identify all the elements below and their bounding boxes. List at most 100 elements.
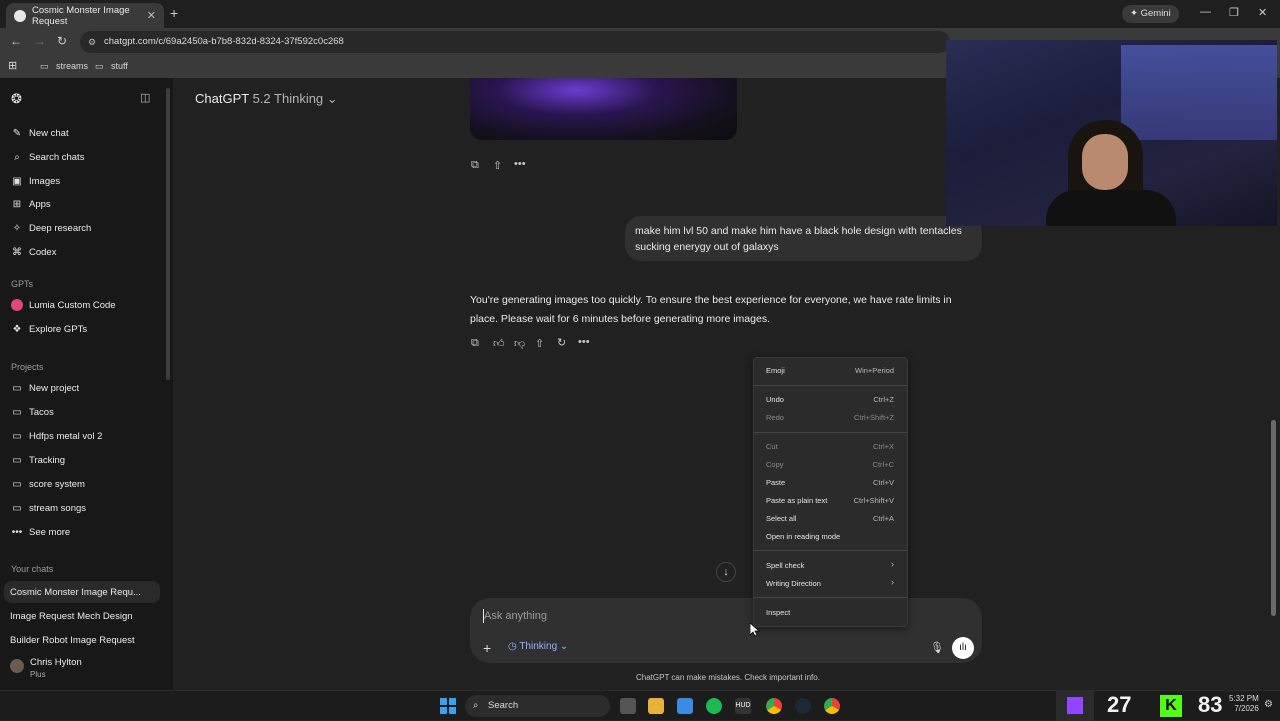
gpt-avatar-icon xyxy=(11,299,23,311)
thinking-mode-pill[interactable]: ◷ Thinking ⌄ xyxy=(508,641,568,652)
voice-mode-button[interactable]: ılı xyxy=(952,637,974,659)
chrome-active-icon[interactable] xyxy=(824,698,840,714)
sidebar-item-search-chats[interactable]: ⌕ Search chats xyxy=(0,146,165,168)
notepad-icon[interactable] xyxy=(677,698,693,714)
menu-item-copy[interactable]: Copy xyxy=(766,460,784,469)
folder-icon: ▭ xyxy=(12,454,22,466)
regenerate-icon[interactable]: ↻ xyxy=(557,336,566,349)
task-view-icon[interactable] xyxy=(620,698,636,714)
bookmark-stuff[interactable]: stuff xyxy=(111,61,128,71)
sidebar: ❂ ◫ ✎ New chat ⌕ Search chats ▣ Images ⊞ App… xyxy=(0,78,173,690)
sidebar-item-see-more[interactable]: ••• See more xyxy=(0,521,165,543)
apps-grid-icon[interactable]: ⊞ xyxy=(8,59,17,72)
chat-item[interactable]: Image Request Mech Design xyxy=(10,611,133,622)
bookmark-streams[interactable]: streams xyxy=(56,61,88,71)
forward-icon[interactable]: → xyxy=(34,34,46,48)
steam-icon[interactable] xyxy=(795,698,811,714)
user-name[interactable]: Chris Hylton xyxy=(30,657,82,668)
menu-item-select-all[interactable]: Select all xyxy=(766,514,796,523)
webcam-background xyxy=(1121,45,1277,140)
hud-fx-icon[interactable]: HUD xyxy=(735,698,751,714)
menu-divider xyxy=(754,385,907,386)
chrome-icon[interactable] xyxy=(766,698,782,714)
microphone-icon[interactable]: 🎙︎ xyxy=(930,641,944,654)
sidebar-item-codex[interactable]: ⌘ Codex xyxy=(0,241,165,263)
menu-item-paste[interactable]: Paste xyxy=(766,478,785,487)
url-field[interactable]: ⚙ chatgpt.com/c/69a2450a-b7b8-832d-8324-… xyxy=(80,31,950,53)
file-explorer-icon[interactable] xyxy=(648,698,664,714)
clock-date: 7/2026 xyxy=(1234,704,1259,713)
sidebar-toggle-icon[interactable]: ◫ xyxy=(140,91,150,104)
minimize-icon[interactable]: — xyxy=(1200,6,1211,18)
sidebar-item-images[interactable]: ▣ Images xyxy=(0,170,165,192)
waveform-icon: ılı xyxy=(959,642,967,653)
notification-icon[interactable]: ⚙ xyxy=(1264,699,1273,710)
site-info-icon[interactable]: ⚙ xyxy=(88,31,96,53)
sidebar-item-deep-research[interactable]: ✧ Deep research xyxy=(0,217,165,239)
sidebar-item-explore-gpts[interactable]: ❖ Explore GPTs xyxy=(0,318,165,340)
sidebar-item-lumia-custom-code[interactable]: Lumia Custom Code xyxy=(0,294,165,316)
menu-item-inspect[interactable]: Inspect xyxy=(766,608,790,617)
sidebar-scrollbar-thumb[interactable] xyxy=(166,88,170,380)
clock-icon: ◷ xyxy=(508,641,520,652)
twitch-widget[interactable] xyxy=(1056,691,1094,721)
sidebar-item-apps[interactable]: ⊞ Apps xyxy=(0,193,165,215)
taskbar: ⌕ Search HUD 27 K 83 5:32 PM 7/2026 ⚙ xyxy=(0,690,1280,721)
sidebar-item-new-project[interactable]: ▭ New project xyxy=(0,377,165,399)
model-name: ChatGPT xyxy=(195,91,249,106)
avatar[interactable] xyxy=(10,659,24,673)
window-close-icon[interactable]: ✕ xyxy=(1258,6,1267,19)
context-menu: Emoji Win+Period Undo Ctrl+Z Redo Ctrl+S… xyxy=(753,357,908,627)
back-icon[interactable]: ← xyxy=(10,34,22,48)
menu-item-redo[interactable]: Redo xyxy=(766,413,784,422)
sidebar-item-project[interactable]: ▭ score system xyxy=(0,473,165,495)
sidebar-item-project[interactable]: ▭ Tacos xyxy=(0,401,165,423)
shortcut: Ctrl+A xyxy=(872,514,894,523)
menu-item-reading-mode[interactable]: Open in reading mode xyxy=(766,532,840,541)
menu-item-emoji[interactable]: Emoji xyxy=(766,366,785,375)
new-tab-icon[interactable]: + xyxy=(170,5,178,21)
copy-icon[interactable]: ⧉ xyxy=(471,337,479,350)
scroll-down-button[interactable]: ↓ xyxy=(716,562,736,582)
chat-item[interactable]: Builder Robot Image Request xyxy=(10,635,135,646)
browser-tab[interactable]: Cosmic Monster Image Request ✕ xyxy=(6,3,164,28)
more-icon: ••• xyxy=(11,526,23,538)
kick-icon[interactable]: K xyxy=(1160,695,1182,717)
openai-logo-icon[interactable]: ❂ xyxy=(11,91,22,107)
generated-image[interactable] xyxy=(470,78,737,140)
taskbar-search[interactable]: ⌕ Search xyxy=(465,695,610,717)
share-icon[interactable]: ⇧ xyxy=(535,337,544,350)
thumbs-up-icon[interactable]: 👍︎ xyxy=(493,337,505,350)
more-icon[interactable]: ••• xyxy=(578,336,590,348)
copy-icon[interactable]: ⧉ xyxy=(471,159,479,172)
share-icon[interactable]: ⇧ xyxy=(493,159,502,172)
spotify-icon[interactable] xyxy=(706,698,722,714)
assistant-message: You're generating images too quickly. To… xyxy=(470,294,952,325)
sidebar-item-project[interactable]: ▭ Tracking xyxy=(0,449,165,471)
compose-icon: ✎ xyxy=(12,127,22,139)
menu-item-writing-direction[interactable]: Writing Direction xyxy=(766,579,821,588)
scrollbar-thumb[interactable] xyxy=(1271,420,1276,616)
menu-item-undo[interactable]: Undo xyxy=(766,395,784,404)
windows-start-icon[interactable] xyxy=(440,698,456,714)
prompt-input[interactable]: Ask anything xyxy=(484,610,547,622)
folder-icon: ▭ xyxy=(12,478,22,490)
maximize-icon[interactable]: ❐ xyxy=(1229,6,1239,19)
sidebar-item-new-chat[interactable]: ✎ New chat xyxy=(0,122,165,144)
sidebar-item-project[interactable]: ▭ stream songs xyxy=(0,497,165,519)
sidebar-item-project[interactable]: ▭ Hdfps metal vol 2 xyxy=(0,425,165,447)
model-selector[interactable]: ChatGPT 5.2 Thinking ⌄ xyxy=(195,91,338,107)
browser-tab-bar: Cosmic Monster Image Request ✕ + ✦ Gemin… xyxy=(0,0,1280,28)
chat-item-active[interactable]: Cosmic Monster Image Requ... xyxy=(10,587,141,598)
gemini-button[interactable]: ✦ Gemini xyxy=(1122,5,1179,23)
menu-item-cut[interactable]: Cut xyxy=(766,442,778,451)
thumbs-down-icon[interactable]: 👎︎ xyxy=(514,337,525,350)
menu-item-paste-plain[interactable]: Paste as plain text xyxy=(766,496,827,505)
folder-icon: ▭ xyxy=(12,406,22,418)
more-icon[interactable]: ••• xyxy=(514,158,526,170)
close-tab-icon[interactable]: ✕ xyxy=(147,9,156,22)
add-attachment-icon[interactable]: + xyxy=(483,640,491,656)
menu-item-spell-check[interactable]: Spell check xyxy=(766,561,804,570)
system-clock[interactable]: 5:32 PM 7/2026 xyxy=(1229,694,1259,714)
reload-icon[interactable]: ↻ xyxy=(57,34,67,48)
